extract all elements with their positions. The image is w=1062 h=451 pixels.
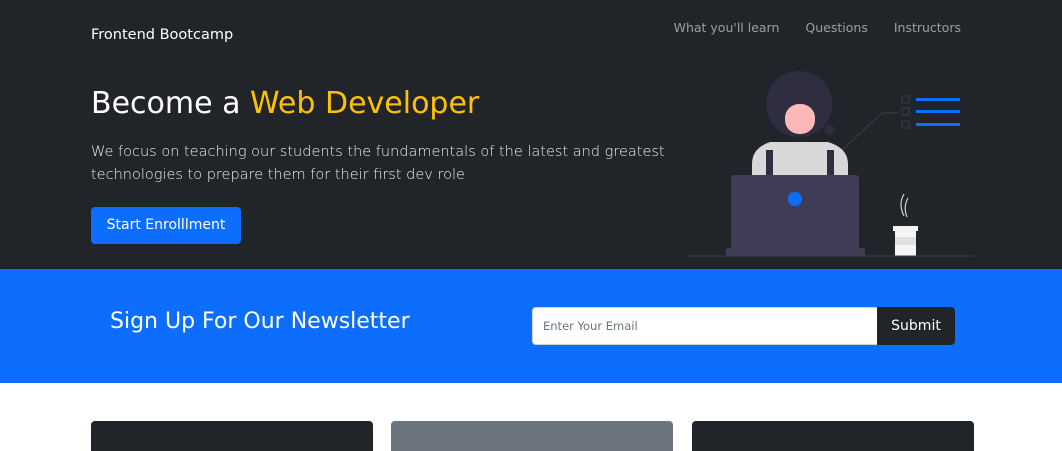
nav-link-instructors[interactable]: Instructors [894,19,961,37]
submit-button[interactable]: Submit [877,307,955,345]
checklist-icon [839,95,960,153]
nav-link-what-youll-learn[interactable]: What you'll learn [674,19,780,37]
navbar: Frontend Bootcamp What you'll learn Ques… [0,0,1062,70]
person-figure [752,71,848,178]
card-dark-1 [91,421,373,451]
hero-lead-text: We focus on teaching our students the fu… [91,144,665,183]
card-secondary [391,421,673,451]
email-input[interactable] [532,307,878,345]
hero-section: Become a Web Developer We focus on teach… [0,70,1062,269]
newsletter-title: Sign Up For Our Newsletter [110,309,410,334]
laptop-icon [726,175,865,256]
newsletter-section: Sign Up For Our Newsletter Submit [0,269,1062,383]
nav-link-questions[interactable]: Questions [805,19,867,37]
card-dark-2 [692,421,974,451]
hero-title-prefix: Become a [91,86,251,121]
coffee-cup-icon [893,193,918,256]
hero-title-accent: Web Developer [250,86,480,121]
hero-illustration [688,71,974,257]
brand-link[interactable]: Frontend Bootcamp [91,25,233,45]
nav-links: What you'll learn Questions Instructors [674,19,961,37]
hero-title: Become a Web Developer [91,85,479,123]
start-enrollment-button[interactable]: Start Enrolllment [91,207,241,244]
